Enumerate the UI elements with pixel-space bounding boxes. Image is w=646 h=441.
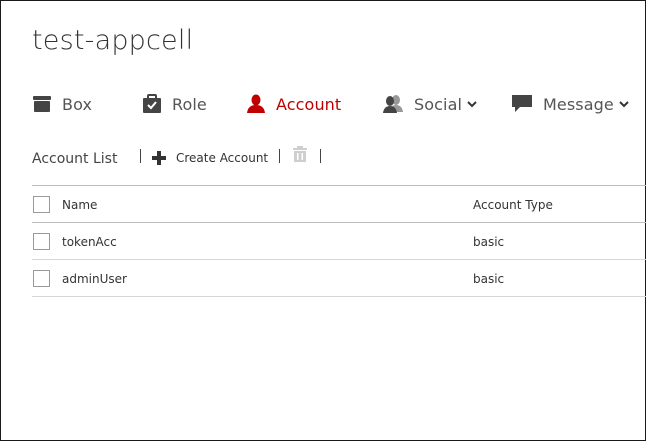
row-checkbox[interactable] bbox=[33, 270, 50, 287]
table-row[interactable]: tokenAcc basic bbox=[32, 223, 646, 260]
briefcase-icon bbox=[142, 94, 162, 114]
tab-message-label: Message bbox=[543, 94, 614, 114]
tab-role-label: Role bbox=[172, 94, 207, 114]
create-account-button[interactable]: Create Account bbox=[152, 148, 268, 168]
toolbar-divider bbox=[279, 149, 280, 163]
trash-icon bbox=[292, 146, 308, 166]
tab-account-label: Account bbox=[276, 94, 342, 114]
tab-box-label: Box bbox=[62, 94, 93, 114]
account-type: basic bbox=[473, 235, 505, 249]
select-all-checkbox[interactable] bbox=[33, 196, 50, 213]
box-icon bbox=[32, 95, 52, 113]
chevron-down-icon bbox=[467, 100, 477, 108]
message-icon bbox=[511, 94, 533, 114]
column-header-account-type[interactable]: Account Type bbox=[473, 198, 553, 212]
chevron-down-icon bbox=[619, 100, 629, 108]
users-icon bbox=[382, 94, 404, 114]
account-table: Name Account Type tokenAcc basic adminUs… bbox=[32, 185, 646, 297]
tab-box[interactable]: Box bbox=[32, 89, 92, 119]
account-name: tokenAcc bbox=[62, 235, 117, 249]
tab-message[interactable]: Message bbox=[511, 89, 629, 119]
delete-button[interactable] bbox=[291, 146, 309, 166]
account-type: basic bbox=[473, 272, 505, 286]
tab-social-label: Social bbox=[414, 94, 463, 114]
page-title: test-appcell bbox=[32, 25, 194, 56]
tab-social[interactable]: Social bbox=[382, 89, 477, 119]
table-row[interactable]: adminUser basic bbox=[32, 260, 646, 297]
tab-account[interactable]: Account bbox=[246, 89, 341, 119]
table-header-row: Name Account Type bbox=[32, 185, 646, 223]
account-list-title: Account List bbox=[32, 151, 118, 167]
tab-role[interactable]: Role bbox=[142, 89, 207, 119]
toolbar-divider bbox=[140, 149, 141, 163]
plus-icon bbox=[152, 151, 166, 165]
row-checkbox[interactable] bbox=[33, 233, 50, 250]
account-name: adminUser bbox=[62, 272, 127, 286]
create-account-label: Create Account bbox=[176, 151, 269, 165]
user-icon bbox=[246, 94, 266, 114]
app-window: test-appcell Box Role Account Social Mes… bbox=[0, 0, 646, 441]
column-header-name[interactable]: Name bbox=[62, 198, 97, 212]
toolbar-divider bbox=[320, 149, 321, 163]
